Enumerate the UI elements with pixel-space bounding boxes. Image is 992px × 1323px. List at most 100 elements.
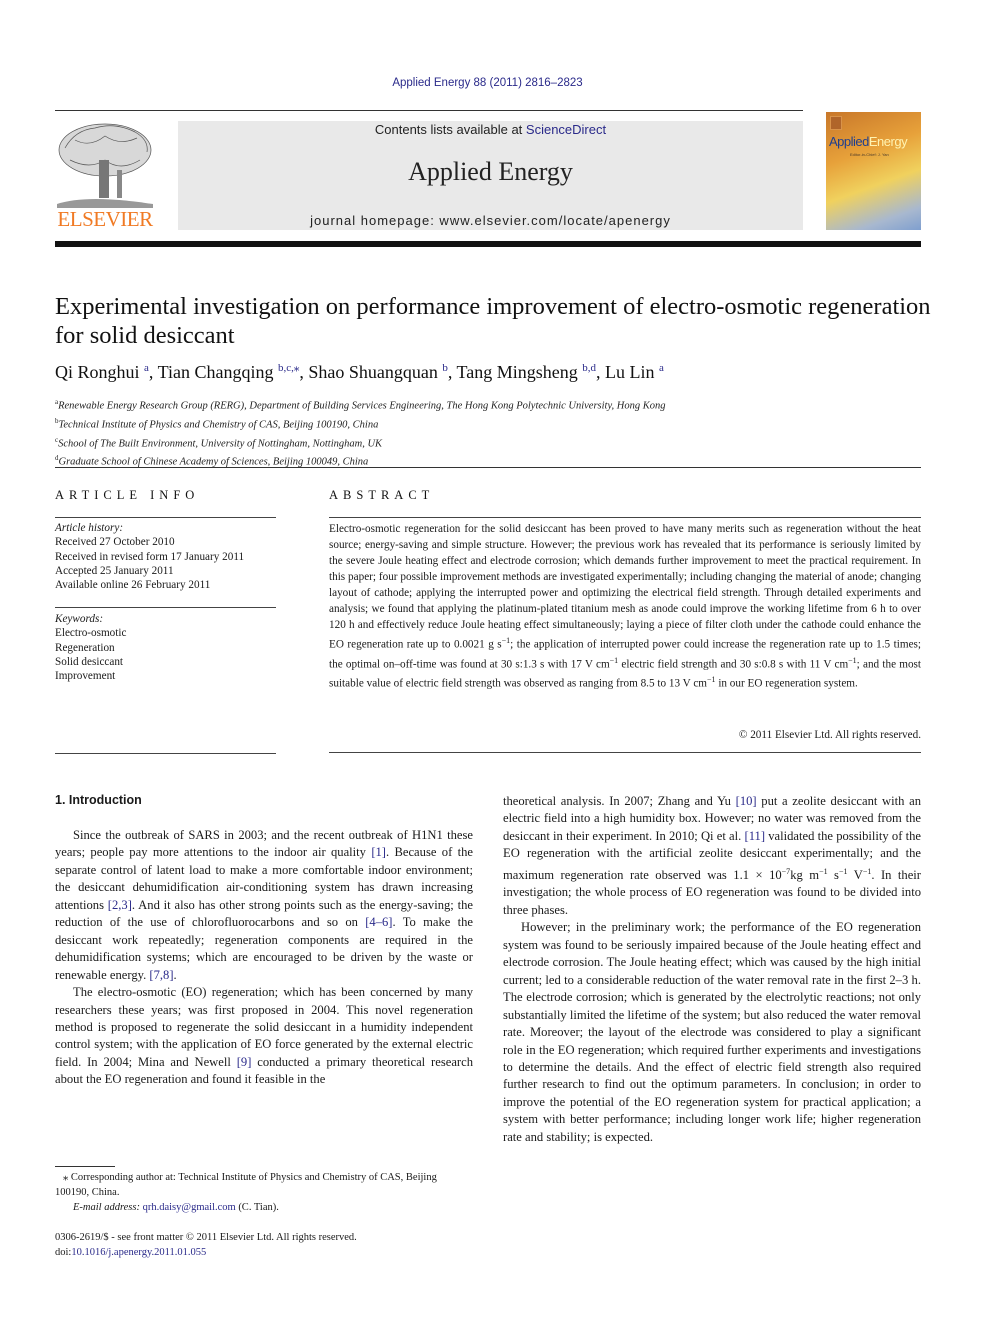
footnote-rule: [55, 1166, 115, 1167]
author: Lu Lin: [605, 362, 655, 382]
history-item: Available online 26 February 2011: [55, 579, 211, 592]
header-thick-rule: [55, 241, 921, 247]
author-list: Qi Ronghui a, Tian Changqing b,c,⁎, Shao…: [55, 362, 664, 382]
superscript: −7: [781, 866, 791, 876]
cover-elsevier-icon: [830, 116, 842, 130]
elsevier-wordmark: ELSEVIER: [57, 207, 153, 231]
abstract-rule: [329, 517, 921, 518]
tree-icon: [57, 123, 153, 208]
text: V: [847, 868, 863, 882]
superscript: −1: [609, 655, 619, 665]
affiliation-text: Renewable Energy Research Group (RERG), …: [58, 400, 666, 412]
citation-link[interactable]: [9]: [237, 1055, 252, 1069]
cover-subtitle: Editor-in-Chief: J. Yan: [850, 152, 889, 157]
header-rule: [55, 110, 803, 111]
keyword: Improvement: [55, 670, 116, 683]
info-rule: [55, 607, 276, 608]
article-history: Article history: Received 27 October 201…: [55, 521, 280, 592]
affiliations: aRenewable Energy Research Group (RERG),…: [55, 395, 935, 470]
affiliation: aRenewable Energy Research Group (RERG),…: [55, 395, 935, 414]
section-heading: 1. Introduction: [55, 793, 142, 807]
doi-line: doi:10.1016/j.apenergy.2011.01.055: [55, 1245, 473, 1260]
copyright-notice: © 2011 Elsevier Ltd. All rights reserved…: [738, 729, 921, 741]
email-note: E-mail address: qrh.daisy@gmail.com (C. …: [55, 1200, 473, 1215]
author: Tian Changqing: [157, 362, 274, 382]
front-matter: 0306-2619/$ - see front matter © 2011 El…: [55, 1230, 473, 1260]
superscript: −1: [707, 675, 716, 685]
keywords: Keywords: Electro-osmotic Regeneration S…: [55, 612, 280, 683]
citation-link[interactable]: [11]: [745, 829, 766, 843]
elsevier-logo: ELSEVIER: [55, 120, 155, 232]
cover-title: AppliedEnergy: [829, 134, 908, 149]
paragraph: However; in the preliminary work; the pe…: [503, 920, 921, 1144]
history-item: Accepted 25 January 2011: [55, 564, 174, 577]
abstract-segment: electric field strength and 30 s:0.8 s w…: [618, 658, 849, 671]
abstract-segment: Electro-osmotic regeneration for the sol…: [329, 523, 921, 651]
affiliation: cSchool of The Built Environment, Univer…: [55, 433, 935, 452]
section-rule: [55, 467, 921, 468]
history-label: Article history:: [55, 522, 124, 534]
keyword: Regeneration: [55, 641, 115, 654]
author-affil-mark[interactable]: a: [144, 362, 149, 374]
journal-name: Applied Energy: [408, 157, 573, 186]
author-affil-mark[interactable]: b,d: [582, 362, 596, 374]
paragraph: theoretical analysis. In 2007; Zhang and…: [503, 793, 921, 919]
journal-homepage-link[interactable]: journal homepage: www.elsevier.com/locat…: [178, 213, 803, 228]
text: .: [173, 967, 177, 982]
info-rule: [55, 517, 276, 518]
citation-link[interactable]: [2,3]: [108, 898, 132, 912]
text: theoretical analysis. In 2007; Zhang and…: [503, 794, 736, 808]
keywords-label: Keywords:: [55, 613, 104, 625]
doi-link[interactable]: 10.1016/j.apenergy.2011.01.055: [71, 1247, 206, 1258]
keyword: Electro-osmotic: [55, 627, 127, 640]
abstract-segment: in our EO regeneration system.: [715, 678, 858, 691]
text: kg m: [790, 868, 820, 882]
doi-label: doi:: [55, 1247, 72, 1258]
body-column-left: Since the outbreak of SARS in 2003; and …: [55, 827, 473, 1089]
email-label: E-mail address:: [73, 1202, 140, 1213]
sciencedirect-link[interactable]: ScienceDirect: [526, 122, 606, 137]
author-affil-mark[interactable]: a: [659, 362, 664, 374]
citation-link[interactable]: [7,8]: [149, 968, 173, 982]
info-rule: [55, 753, 276, 754]
issn-line: 0306-2619/$ - see front matter © 2011 El…: [55, 1232, 357, 1243]
journal-masthead: Contents lists available at ScienceDirec…: [178, 121, 803, 230]
text: Corresponding author at: Technical Insti…: [55, 1172, 437, 1198]
superscript: −1: [819, 866, 828, 876]
abstract-text: Electro-osmotic regeneration for the sol…: [329, 521, 921, 692]
footnote: ⁎ Corresponding author at: Technical Ins…: [55, 1170, 473, 1215]
abstract-rule: [329, 752, 921, 753]
cover-title-b: Energy: [868, 134, 908, 149]
affiliation-text: School of The Built Environment, Univers…: [58, 438, 383, 450]
journal-cover-image: AppliedEnergy Editor-in-Chief: J. Yan: [826, 112, 921, 230]
history-item: Received 27 October 2010: [55, 536, 175, 549]
text: s: [827, 868, 839, 882]
affiliation: bTechnical Institute of Physics and Chem…: [55, 414, 935, 433]
superscript: −1: [848, 655, 857, 665]
author: Tang Mingsheng: [456, 362, 578, 382]
email-link[interactable]: qrh.daisy@gmail.com: [143, 1202, 236, 1213]
superscript: −1: [501, 636, 511, 645]
author-affil-mark[interactable]: b: [442, 362, 448, 374]
citation-link[interactable]: [10]: [736, 794, 757, 808]
paragraph: Since the outbreak of SARS in 2003; and …: [55, 827, 473, 984]
corresponding-author-note: ⁎ Corresponding author at: Technical Ins…: [55, 1170, 473, 1200]
affiliation-text: Technical Institute of Physics and Chemi…: [58, 419, 379, 431]
article-info-heading: ARTICLE INFO: [55, 488, 200, 502]
cover-title-a: Applied: [829, 134, 869, 149]
text: (C. Tian).: [235, 1202, 279, 1213]
citation-link[interactable]: [4–6]: [365, 915, 392, 929]
article-title: Experimental investigation on performanc…: [55, 293, 931, 349]
author-affil-mark[interactable]: b,c,⁎: [278, 362, 299, 374]
history-item: Received in revised form 17 January 2011: [55, 550, 245, 563]
citation-link[interactable]: [1]: [371, 845, 386, 859]
journal-reference[interactable]: Applied Energy 88 (2011) 2816–2823: [0, 77, 975, 89]
contents-line: Contents lists available at ScienceDirec…: [178, 122, 803, 137]
author: Qi Ronghui: [55, 362, 140, 382]
contents-prefix: Contents lists available at: [374, 122, 526, 137]
author: Shao Shuangquan: [308, 362, 438, 382]
abstract-heading: ABSTRACT: [329, 488, 435, 502]
keyword: Solid desiccant: [55, 655, 124, 668]
paragraph: The electro-osmotic (EO) regeneration; w…: [55, 984, 473, 1089]
body-column-right: theoretical analysis. In 2007; Zhang and…: [503, 793, 921, 1146]
